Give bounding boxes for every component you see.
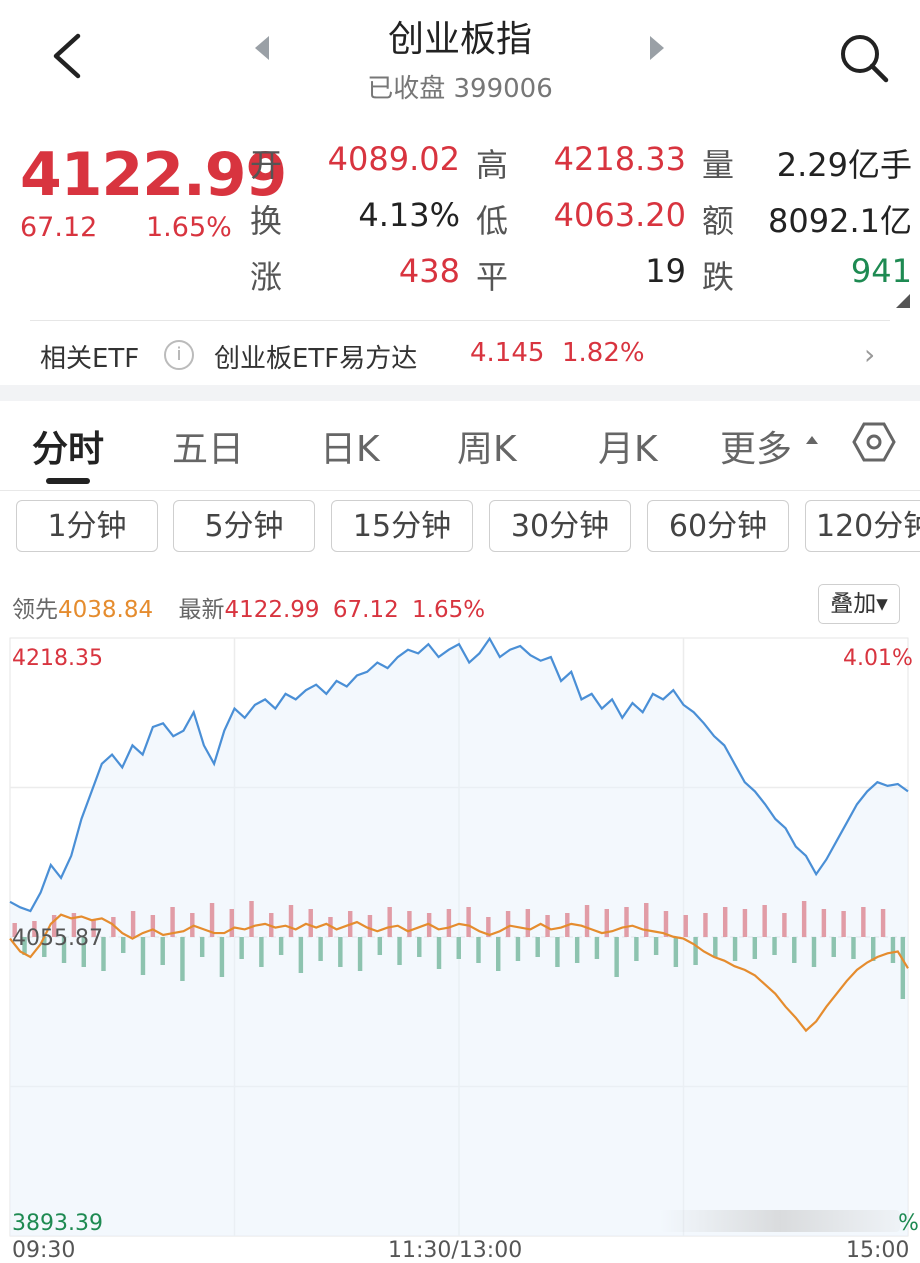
low-value: 4063.20 (553, 196, 686, 234)
next-index-icon[interactable] (650, 36, 664, 60)
etf-change-pct: 1.82% (562, 338, 645, 368)
flat-count-value: 19 (645, 252, 686, 290)
latest-value: 4122.99 (224, 597, 320, 623)
turnover-label: 换 (250, 202, 283, 240)
x-axis-end-label: 15:00 (846, 1238, 910, 1263)
watermark (660, 1210, 900, 1232)
etf-price: 4.145 (470, 338, 545, 368)
divider (0, 490, 920, 491)
amount-value: 8092.1亿 (768, 202, 912, 240)
chevron-right-icon[interactable]: › (864, 338, 875, 371)
open-label: 开 (250, 146, 283, 184)
info-icon[interactable]: i (164, 340, 194, 370)
period-15min-button[interactable]: 15分钟 (331, 500, 473, 552)
overlay-label: 叠加 (830, 591, 877, 617)
latest-pct: 1.65% (412, 597, 486, 623)
low-label: 低 (476, 202, 509, 240)
intraday-chart[interactable] (0, 636, 920, 1254)
down-count-value: 941 (850, 252, 912, 290)
pct-axis-bottom-label: % (898, 1211, 919, 1236)
last-price: 4122.99 (20, 140, 287, 210)
expand-corner-icon[interactable] (896, 294, 910, 308)
period-120min-button[interactable]: 120分钟 (805, 500, 920, 552)
page-subtitle: 已收盘 399006 (367, 74, 553, 104)
overlay-dropdown[interactable]: 叠加▾ (818, 584, 900, 624)
etf-name[interactable]: 创业板ETF易方达 (214, 338, 417, 375)
active-tab-indicator (46, 478, 90, 484)
down-count-label: 跌 (702, 258, 735, 296)
period-30min-button[interactable]: 30分钟 (489, 500, 631, 552)
page-title: 创业板指 (387, 19, 532, 60)
high-value: 4218.33 (553, 140, 686, 178)
lead-value: 4038.84 (58, 597, 154, 623)
pct-axis-top-label: 4.01% (843, 646, 913, 671)
latest-change: 67.12 (332, 597, 399, 623)
search-icon[interactable] (836, 30, 892, 86)
tab-daily-k[interactable]: 日K (320, 420, 380, 472)
period-60min-button[interactable]: 60分钟 (647, 500, 789, 552)
open-value: 4089.02 (327, 140, 460, 178)
caret-up-icon (806, 436, 818, 444)
y-axis-mid-label: 4055.87 (12, 926, 103, 951)
amount-label: 额 (702, 202, 735, 240)
x-axis-start-label: 09:30 (12, 1238, 76, 1263)
latest-label: 最新 (178, 597, 225, 623)
divider (30, 320, 890, 321)
settings-hexagon-icon[interactable] (852, 420, 896, 464)
x-axis-mid-label: 11:30/13:00 (388, 1238, 523, 1263)
up-count-label: 涨 (250, 258, 283, 296)
flat-count-label: 平 (476, 258, 509, 296)
chart-legend: 领先4038.84 最新4122.99 67.12 1.65% (12, 590, 491, 624)
tab-five-day[interactable]: 五日 (172, 420, 244, 472)
y-axis-top-label: 4218.35 (12, 646, 103, 671)
section-divider (0, 385, 920, 401)
volume-label: 量 (702, 146, 735, 184)
prev-index-icon[interactable] (255, 36, 269, 60)
volume-value: 2.29亿手 (776, 146, 912, 184)
turnover-value: 4.13% (358, 196, 460, 234)
tab-more[interactable]: 更多 (720, 420, 792, 472)
high-label: 高 (476, 146, 509, 184)
lead-label: 领先 (12, 597, 58, 623)
period-5min-button[interactable]: 5分钟 (173, 500, 315, 552)
period-1min-button[interactable]: 1分钟 (16, 500, 158, 552)
chevron-left-icon[interactable] (48, 30, 88, 82)
tab-intraday[interactable]: 分时 (32, 420, 104, 472)
tab-weekly-k[interactable]: 周K (457, 420, 517, 472)
up-count-value: 438 (398, 252, 460, 290)
tab-monthly-k[interactable]: 月K (598, 420, 658, 472)
price-change: 67.12 (20, 212, 98, 243)
price-change-pct: 1.65% (146, 212, 232, 243)
related-etf-label: 相关ETF (40, 344, 140, 374)
y-axis-bottom-label: 3893.39 (12, 1211, 103, 1236)
